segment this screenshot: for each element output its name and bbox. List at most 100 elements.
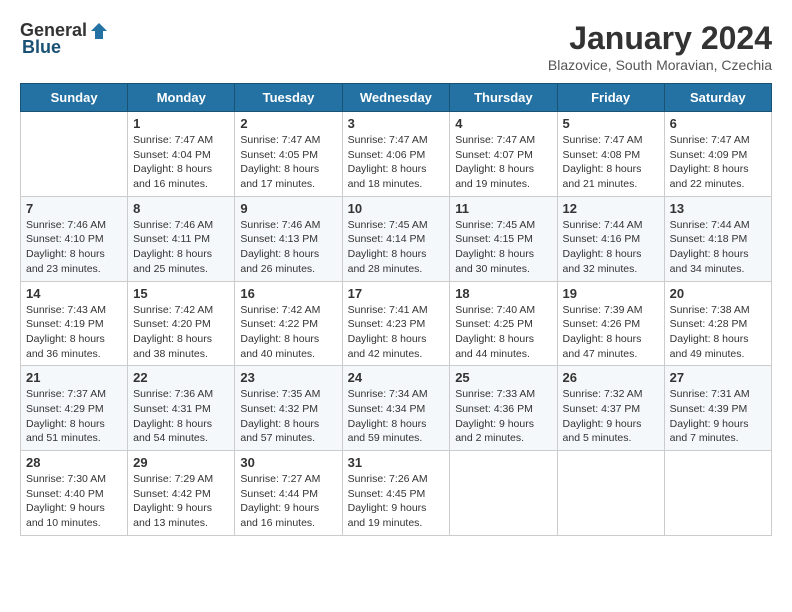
day-info: Sunrise: 7:40 AM Sunset: 4:25 PM Dayligh… — [455, 303, 551, 362]
calendar-cell: 22 Sunrise: 7:36 AM Sunset: 4:31 PM Dayli… — [128, 366, 235, 451]
page-header: General Blue January 2024 Blazovice, Sou… — [20, 20, 772, 73]
day-info: Sunrise: 7:43 AM Sunset: 4:19 PM Dayligh… — [26, 303, 122, 362]
day-number: 25 — [455, 370, 551, 385]
calendar-cell: 1Sunrise: 7:47 AM Sunset: 4:04 PM Daylig… — [128, 112, 235, 197]
day-number: 5 — [563, 116, 659, 131]
calendar-cell: 10Sunrise: 7:45 AM Sunset: 4:14 PM Dayli… — [342, 196, 450, 281]
calendar-cell: 21 Sunrise: 7:37 AM Sunset: 4:29 PM Dayli… — [21, 366, 128, 451]
day-number: 18 — [455, 286, 551, 301]
day-info: Sunrise: 7:37 AM Sunset: 4:29 PM Dayligh… — [26, 387, 122, 446]
day-info: Sunrise: 7:46 AM Sunset: 4:13 PM Dayligh… — [240, 218, 336, 277]
calendar-week-row: 21 Sunrise: 7:37 AM Sunset: 4:29 PM Dayli… — [21, 366, 772, 451]
calendar-cell: 20 Sunrise: 7:38 AM Sunset: 4:28 PM Dayli… — [664, 281, 771, 366]
day-info: Sunrise: 7:46 AM Sunset: 4:10 PM Dayligh… — [26, 218, 122, 277]
calendar-cell: 6Sunrise: 7:47 AM Sunset: 4:09 PM Daylig… — [664, 112, 771, 197]
calendar-cell: 5Sunrise: 7:47 AM Sunset: 4:08 PM Daylig… — [557, 112, 664, 197]
logo-icon — [89, 21, 109, 41]
day-info: Sunrise: 7:47 AM Sunset: 4:04 PM Dayligh… — [133, 133, 229, 192]
calendar-cell: 11Sunrise: 7:45 AM Sunset: 4:15 PM Dayli… — [450, 196, 557, 281]
day-info: Sunrise: 7:44 AM Sunset: 4:18 PM Dayligh… — [670, 218, 766, 277]
calendar-cell: 13 Sunrise: 7:44 AM Sunset: 4:18 PM Dayli… — [664, 196, 771, 281]
day-info: Sunrise: 7:29 AM Sunset: 4:42 PM Dayligh… — [133, 472, 229, 531]
day-number: 28 — [26, 455, 122, 470]
calendar-cell: 17 Sunrise: 7:41 AM Sunset: 4:23 PM Dayli… — [342, 281, 450, 366]
day-info: Sunrise: 7:47 AM Sunset: 4:05 PM Dayligh… — [240, 133, 336, 192]
day-number: 8 — [133, 201, 229, 216]
calendar-cell: 4Sunrise: 7:47 AM Sunset: 4:07 PM Daylig… — [450, 112, 557, 197]
calendar-week-row: 28 Sunrise: 7:30 AM Sunset: 4:40 PM Dayli… — [21, 451, 772, 536]
weekday-header-thursday: Thursday — [450, 84, 557, 112]
day-number: 15 — [133, 286, 229, 301]
day-number: 9 — [240, 201, 336, 216]
calendar-cell: 29 Sunrise: 7:29 AM Sunset: 4:42 PM Dayli… — [128, 451, 235, 536]
logo: General Blue — [20, 20, 109, 58]
day-number: 24 — [348, 370, 445, 385]
day-number: 13 — [670, 201, 766, 216]
calendar-week-row: 1Sunrise: 7:47 AM Sunset: 4:04 PM Daylig… — [21, 112, 772, 197]
calendar-cell: 16 Sunrise: 7:42 AM Sunset: 4:22 PM Dayli… — [235, 281, 342, 366]
day-info: Sunrise: 7:38 AM Sunset: 4:28 PM Dayligh… — [670, 303, 766, 362]
calendar-cell: 8 Sunrise: 7:46 AM Sunset: 4:11 PM Daylig… — [128, 196, 235, 281]
day-number: 29 — [133, 455, 229, 470]
calendar-cell — [557, 451, 664, 536]
weekday-header-saturday: Saturday — [664, 84, 771, 112]
weekday-header-tuesday: Tuesday — [235, 84, 342, 112]
day-number: 31 — [348, 455, 445, 470]
day-info: Sunrise: 7:27 AM Sunset: 4:44 PM Dayligh… — [240, 472, 336, 531]
location-subtitle: Blazovice, South Moravian, Czechia — [548, 57, 772, 73]
calendar-cell: 23 Sunrise: 7:35 AM Sunset: 4:32 PM Dayli… — [235, 366, 342, 451]
day-info: Sunrise: 7:46 AM Sunset: 4:11 PM Dayligh… — [133, 218, 229, 277]
calendar-cell: 31 Sunrise: 7:26 AM Sunset: 4:45 PM Dayli… — [342, 451, 450, 536]
day-info: Sunrise: 7:45 AM Sunset: 4:15 PM Dayligh… — [455, 218, 551, 277]
calendar-cell: 30 Sunrise: 7:27 AM Sunset: 4:44 PM Dayli… — [235, 451, 342, 536]
logo-blue-text: Blue — [22, 37, 61, 58]
title-section: January 2024 Blazovice, South Moravian, … — [548, 20, 772, 73]
day-number: 22 — [133, 370, 229, 385]
day-number: 30 — [240, 455, 336, 470]
day-info: Sunrise: 7:34 AM Sunset: 4:34 PM Dayligh… — [348, 387, 445, 446]
day-number: 16 — [240, 286, 336, 301]
calendar-cell — [664, 451, 771, 536]
day-info: Sunrise: 7:41 AM Sunset: 4:23 PM Dayligh… — [348, 303, 445, 362]
day-info: Sunrise: 7:36 AM Sunset: 4:31 PM Dayligh… — [133, 387, 229, 446]
day-number: 2 — [240, 116, 336, 131]
day-number: 21 — [26, 370, 122, 385]
day-info: Sunrise: 7:31 AM Sunset: 4:39 PM Dayligh… — [670, 387, 766, 446]
calendar-cell: 24 Sunrise: 7:34 AM Sunset: 4:34 PM Dayli… — [342, 366, 450, 451]
calendar-cell: 2 Sunrise: 7:47 AM Sunset: 4:05 PM Daylig… — [235, 112, 342, 197]
calendar-cell: 15 Sunrise: 7:42 AM Sunset: 4:20 PM Dayli… — [128, 281, 235, 366]
calendar-cell: 25Sunrise: 7:33 AM Sunset: 4:36 PM Dayli… — [450, 366, 557, 451]
day-number: 19 — [563, 286, 659, 301]
calendar-cell: 27Sunrise: 7:31 AM Sunset: 4:39 PM Dayli… — [664, 366, 771, 451]
day-info: Sunrise: 7:47 AM Sunset: 4:09 PM Dayligh… — [670, 133, 766, 192]
day-number: 7 — [26, 201, 122, 216]
day-number: 12 — [563, 201, 659, 216]
calendar-header-row: SundayMondayTuesdayWednesdayThursdayFrid… — [21, 84, 772, 112]
day-info: Sunrise: 7:47 AM Sunset: 4:06 PM Dayligh… — [348, 133, 445, 192]
calendar-cell: 12 Sunrise: 7:44 AM Sunset: 4:16 PM Dayli… — [557, 196, 664, 281]
weekday-header-monday: Monday — [128, 84, 235, 112]
day-number: 14 — [26, 286, 122, 301]
calendar-cell: 3 Sunrise: 7:47 AM Sunset: 4:06 PM Daylig… — [342, 112, 450, 197]
day-info: Sunrise: 7:47 AM Sunset: 4:07 PM Dayligh… — [455, 133, 551, 192]
day-info: Sunrise: 7:42 AM Sunset: 4:20 PM Dayligh… — [133, 303, 229, 362]
day-number: 26 — [563, 370, 659, 385]
calendar-cell: 9 Sunrise: 7:46 AM Sunset: 4:13 PM Daylig… — [235, 196, 342, 281]
day-number: 23 — [240, 370, 336, 385]
day-number: 3 — [348, 116, 445, 131]
weekday-header-sunday: Sunday — [21, 84, 128, 112]
day-number: 17 — [348, 286, 445, 301]
day-info: Sunrise: 7:45 AM Sunset: 4:14 PM Dayligh… — [348, 218, 445, 277]
day-number: 20 — [670, 286, 766, 301]
calendar-cell: 28 Sunrise: 7:30 AM Sunset: 4:40 PM Dayli… — [21, 451, 128, 536]
day-info: Sunrise: 7:30 AM Sunset: 4:40 PM Dayligh… — [26, 472, 122, 531]
day-info: Sunrise: 7:32 AM Sunset: 4:37 PM Dayligh… — [563, 387, 659, 446]
calendar-cell: 19Sunrise: 7:39 AM Sunset: 4:26 PM Dayli… — [557, 281, 664, 366]
day-info: Sunrise: 7:42 AM Sunset: 4:22 PM Dayligh… — [240, 303, 336, 362]
calendar-cell — [21, 112, 128, 197]
day-info: Sunrise: 7:44 AM Sunset: 4:16 PM Dayligh… — [563, 218, 659, 277]
day-info: Sunrise: 7:35 AM Sunset: 4:32 PM Dayligh… — [240, 387, 336, 446]
day-info: Sunrise: 7:26 AM Sunset: 4:45 PM Dayligh… — [348, 472, 445, 531]
month-title: January 2024 — [548, 20, 772, 57]
calendar-cell: 18 Sunrise: 7:40 AM Sunset: 4:25 PM Dayli… — [450, 281, 557, 366]
